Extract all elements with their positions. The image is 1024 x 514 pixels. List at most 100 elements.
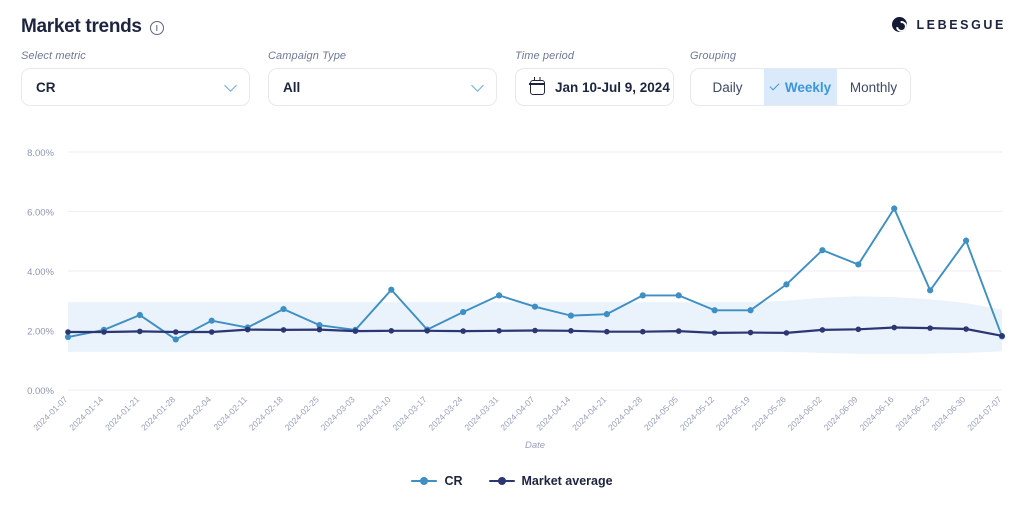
- x-axis-tick-label: 2024-04-21: [570, 394, 608, 432]
- data-point[interactable]: [424, 328, 430, 334]
- info-circle-icon[interactable]: [150, 21, 164, 35]
- data-point[interactable]: [820, 327, 826, 333]
- data-point[interactable]: [640, 292, 646, 298]
- data-point[interactable]: [999, 333, 1005, 339]
- page-header: Market trends LEBESGUE: [0, 0, 1024, 46]
- data-point[interactable]: [963, 238, 969, 244]
- campaign-type-dropdown[interactable]: All: [268, 68, 497, 106]
- x-axis-tick-label: 2024-03-10: [355, 394, 393, 432]
- data-point[interactable]: [532, 328, 538, 334]
- grouping-option-monthly[interactable]: Monthly: [837, 69, 910, 105]
- data-point[interactable]: [927, 287, 933, 293]
- data-point[interactable]: [856, 327, 862, 333]
- data-point[interactable]: [712, 307, 718, 313]
- data-point[interactable]: [389, 328, 395, 334]
- x-axis-tick-label: 2024-04-07: [498, 394, 536, 432]
- data-point[interactable]: [747, 307, 753, 313]
- data-point[interactable]: [568, 313, 574, 319]
- data-point[interactable]: [137, 312, 143, 318]
- data-point[interactable]: [209, 318, 215, 324]
- data-point[interactable]: [245, 327, 251, 333]
- legend-label-market-average: Market average: [522, 474, 613, 488]
- data-point[interactable]: [209, 329, 215, 335]
- grouping-option-daily[interactable]: Daily: [691, 69, 764, 105]
- x-axis-tick-label: 2024-01-21: [103, 394, 141, 432]
- select-metric-field: Select metric CR: [21, 50, 250, 106]
- data-point[interactable]: [748, 330, 754, 336]
- legend-marker-market-average: [489, 476, 515, 486]
- x-axis-tick-label: 2024-02-18: [247, 394, 285, 432]
- data-point[interactable]: [532, 304, 538, 310]
- brand-name: LEBESGUE: [916, 18, 1006, 32]
- data-point[interactable]: [891, 325, 897, 331]
- grouping-option-daily-label: Daily: [712, 80, 742, 95]
- x-axis-tick-label: 2024-04-14: [534, 394, 572, 432]
- data-point[interactable]: [173, 329, 179, 335]
- x-axis-tick-label: 2024-03-31: [462, 394, 500, 432]
- legend-item-cr[interactable]: CR: [411, 474, 462, 488]
- title-group: Market trends: [21, 16, 164, 38]
- data-point[interactable]: [388, 287, 394, 293]
- data-point[interactable]: [173, 336, 179, 342]
- data-point[interactable]: [281, 327, 287, 333]
- data-point[interactable]: [676, 292, 682, 298]
- data-point[interactable]: [604, 311, 610, 317]
- data-point[interactable]: [353, 328, 359, 334]
- y-axis-tick-label: 8.00%: [27, 148, 54, 159]
- data-point[interactable]: [784, 330, 790, 336]
- time-period-label: Time period: [515, 50, 674, 62]
- x-axis-tick-label: 2024-05-19: [714, 394, 752, 432]
- data-point[interactable]: [819, 247, 825, 253]
- x-axis-tick-label: 2024-06-02: [786, 394, 824, 432]
- select-metric-value: CR: [36, 80, 56, 95]
- data-point[interactable]: [604, 329, 610, 335]
- x-axis-tick-label: 2024-02-04: [175, 394, 213, 432]
- data-point[interactable]: [676, 328, 682, 334]
- data-point[interactable]: [280, 306, 286, 312]
- x-axis-tick-label: 2024-05-26: [750, 394, 788, 432]
- x-axis-tick-label: 2024-02-11: [211, 394, 249, 432]
- legend-item-market-average[interactable]: Market average: [489, 474, 613, 488]
- x-axis-tick-label: 2024-06-30: [929, 394, 967, 432]
- legend-label-cr: CR: [444, 474, 462, 488]
- data-point[interactable]: [927, 325, 933, 331]
- x-axis-tick-label: 2024-02-25: [283, 394, 321, 432]
- data-point[interactable]: [568, 328, 574, 334]
- data-point[interactable]: [783, 281, 789, 287]
- data-point[interactable]: [65, 329, 71, 335]
- y-axis-tick-label: 4.00%: [27, 267, 54, 278]
- select-metric-label: Select metric: [21, 50, 250, 62]
- campaign-type-value: All: [283, 80, 300, 95]
- data-point[interactable]: [712, 330, 718, 336]
- chart-canvas: 0.00%2.00%4.00%6.00%8.00%2024-01-072024-…: [0, 132, 1024, 472]
- data-point[interactable]: [496, 292, 502, 298]
- data-point[interactable]: [137, 329, 143, 335]
- lebesgue-mark-icon: [892, 17, 907, 32]
- grouping-field: Grouping Daily Weekly Monthly: [690, 50, 911, 106]
- data-point[interactable]: [855, 261, 861, 267]
- legend-marker-cr: [411, 476, 437, 486]
- data-point[interactable]: [640, 329, 646, 335]
- data-point[interactable]: [101, 329, 107, 335]
- grouping-option-weekly-label: Weekly: [785, 80, 831, 95]
- data-point[interactable]: [891, 205, 897, 211]
- data-point[interactable]: [317, 327, 323, 333]
- grouping-option-monthly-label: Monthly: [850, 80, 897, 95]
- x-axis-tick-label: 2024-01-14: [67, 394, 105, 432]
- campaign-type-label: Campaign Type: [268, 50, 497, 62]
- chevron-down-icon: [471, 79, 484, 92]
- grouping-label: Grouping: [690, 50, 911, 62]
- x-axis-tick-label: 2024-06-16: [857, 394, 895, 432]
- y-axis-tick-label: 2.00%: [27, 327, 54, 338]
- data-point[interactable]: [496, 328, 502, 334]
- x-axis-tick-label: 2024-03-24: [426, 394, 464, 432]
- y-axis-tick-label: 6.00%: [27, 208, 54, 219]
- select-metric-dropdown[interactable]: CR: [21, 68, 250, 106]
- data-point[interactable]: [963, 326, 969, 332]
- grouping-option-weekly[interactable]: Weekly: [764, 69, 837, 105]
- data-point[interactable]: [65, 334, 71, 340]
- market-trends-page: Market trends LEBESGUE Select metric CR …: [0, 0, 1024, 514]
- data-point[interactable]: [460, 309, 466, 315]
- data-point[interactable]: [460, 328, 466, 334]
- time-period-picker[interactable]: Jan 10-Jul 9, 2024: [515, 68, 674, 106]
